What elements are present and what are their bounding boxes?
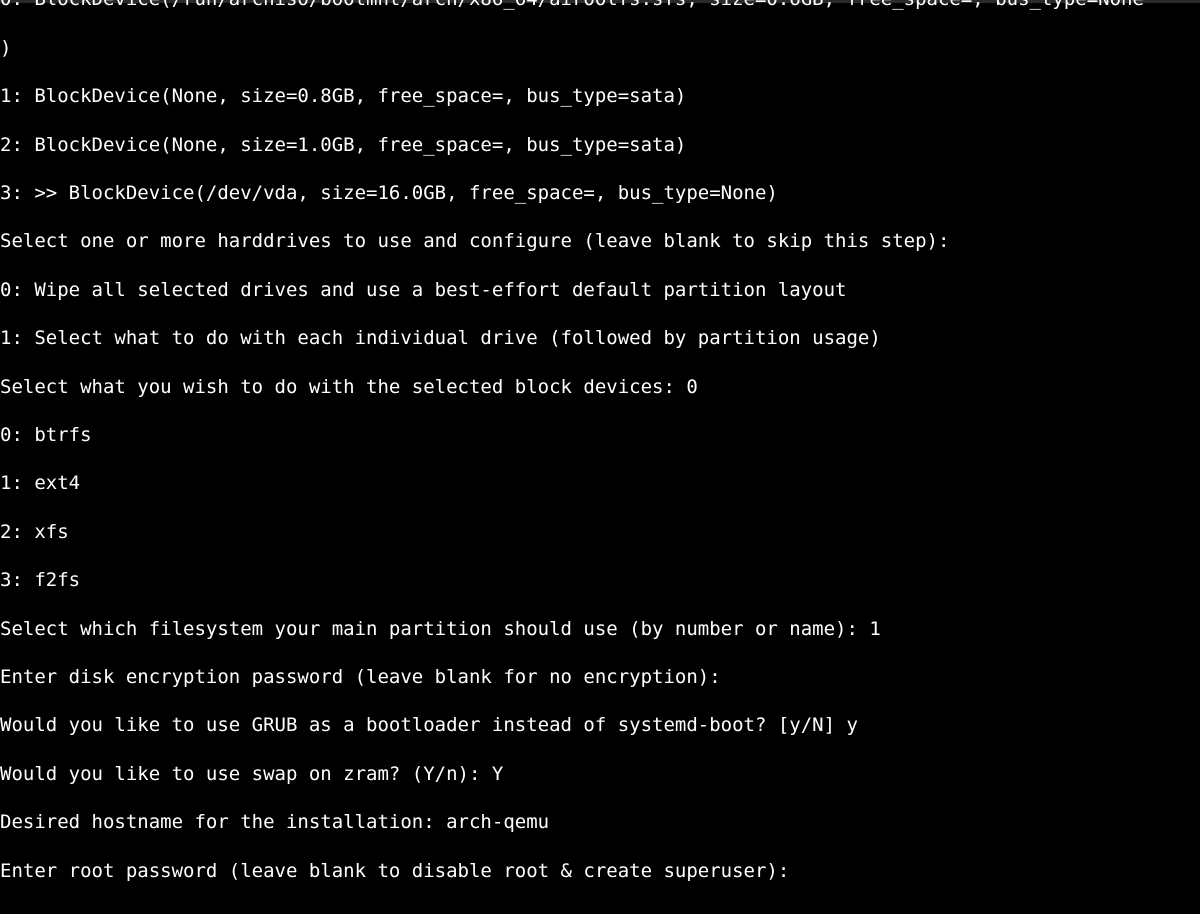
- terminal-line: 0: btrfs: [0, 423, 1200, 447]
- terminal-line: Would you like to use GRUB as a bootload…: [0, 713, 1200, 737]
- terminal-line: 1: BlockDevice(None, size=0.8GB, free_sp…: [0, 84, 1200, 108]
- terminal-line: 1: Select what to do with each individua…: [0, 326, 1200, 350]
- terminal-line: Would you like to use swap on zram? (Y/n…: [0, 762, 1200, 786]
- terminal-line: Desired hostname for the installation: a…: [0, 810, 1200, 834]
- terminal-line: Select what you wish to do with the sele…: [0, 375, 1200, 399]
- terminal-cursor[interactable]: [789, 860, 800, 880]
- terminal-prompt-line: Enter root password (leave blank to disa…: [0, 859, 1200, 883]
- terminal-line: Select one or more harddrives to use and…: [0, 229, 1200, 253]
- terminal-line: 1: ext4: [0, 471, 1200, 495]
- terminal-line: 3: f2fs: [0, 568, 1200, 592]
- terminal-line: 2: xfs: [0, 520, 1200, 544]
- terminal-line: 0: Wipe all selected drives and use a be…: [0, 278, 1200, 302]
- terminal-line: 0: BlockDevice(/run/archiso/bootmnt/arch…: [0, 0, 1200, 11]
- terminal-line: Select which filesystem your main partit…: [0, 617, 1200, 641]
- terminal-line: Enter disk encryption password (leave bl…: [0, 665, 1200, 689]
- terminal-prompt-text: Enter root password (leave blank to disa…: [0, 860, 789, 882]
- terminal-line: 2: BlockDevice(None, size=1.0GB, free_sp…: [0, 133, 1200, 157]
- terminal-line: ): [0, 36, 1200, 60]
- terminal-line: 3: >> BlockDevice(/dev/vda, size=16.0GB,…: [0, 181, 1200, 205]
- terminal[interactable]: 0: BlockDevice(/run/archiso/bootmnt/arch…: [0, 0, 1200, 907]
